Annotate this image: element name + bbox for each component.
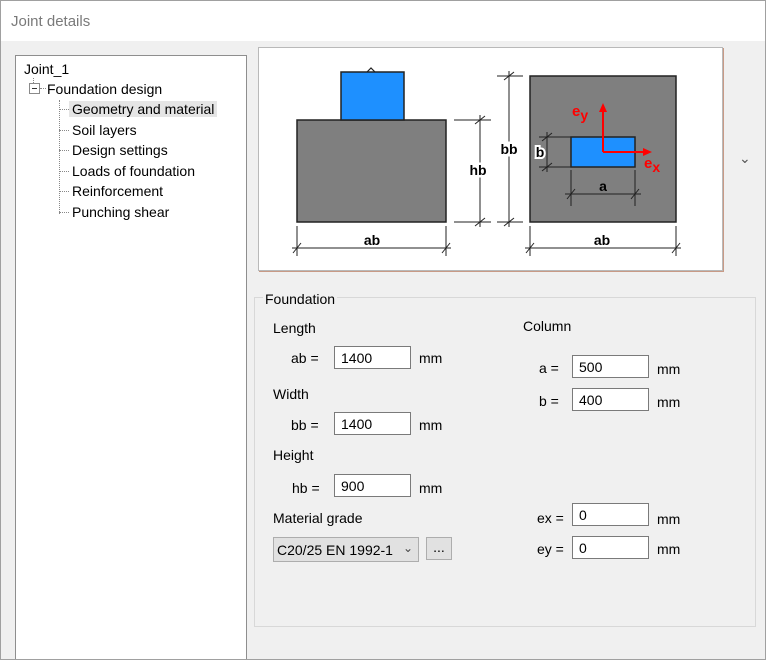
b-unit: mm <box>657 394 681 410</box>
tree-item-geometry-and-material[interactable]: Geometry and material <box>69 101 218 117</box>
hb-unit: mm <box>419 480 443 496</box>
b-label: b = <box>539 393 559 409</box>
tree-item-soil-layers[interactable]: Soil layers <box>72 122 137 138</box>
title-bar: Joint details <box>1 1 765 41</box>
material-grade-dropdown[interactable]: C20/25 EN 1992-1 ⌄ <box>273 537 419 562</box>
bb-label: bb = <box>291 417 319 433</box>
b-input[interactable]: 400 <box>572 388 649 411</box>
ex-input[interactable]: 0 <box>572 503 649 526</box>
window-title: Joint details <box>11 13 91 30</box>
tree-line <box>59 171 69 172</box>
dim-label-b: b <box>536 144 545 160</box>
chevron-down-icon[interactable]: ⌄ <box>739 150 751 167</box>
hb-input[interactable]: 900 <box>334 474 411 497</box>
tree-line <box>59 130 69 131</box>
tree-line <box>59 191 69 192</box>
chevron-down-icon: ⌄ <box>402 541 413 555</box>
tree-line <box>59 150 69 151</box>
tree-item-design-settings[interactable]: Design settings <box>72 142 168 158</box>
tree-line <box>59 100 60 214</box>
collapse-toggle-icon[interactable] <box>29 83 40 94</box>
column-heading: Column <box>523 318 572 334</box>
dim-label-bb: bb <box>500 141 517 157</box>
material-grade-heading: Material grade <box>273 510 363 526</box>
dim-label-hb: hb <box>469 162 486 178</box>
dim-label-ab-side: ab <box>364 232 380 248</box>
browse-material-button[interactable]: ... <box>426 537 452 560</box>
navigation-tree[interactable]: Joint_1 Foundation design Geometry and m… <box>15 55 247 659</box>
tree-item-reinforcement[interactable]: Reinforcement <box>72 183 163 199</box>
tree-item-loads-of-foundation[interactable]: Loads of foundation <box>72 163 195 179</box>
ab-unit: mm <box>419 350 443 366</box>
column-side <box>340 71 405 121</box>
foundation-diagram: ab hb bb b a ey ex ab <box>292 67 681 256</box>
ey-label: ey = <box>537 541 564 557</box>
foundation-diagram-panel: ab hb bb b a ey ex ab <box>258 47 723 271</box>
ey-unit: mm <box>657 541 681 557</box>
tree-item-foundation-design[interactable]: Foundation design <box>47 81 162 97</box>
tree-item-punching-shear[interactable]: Punching shear <box>72 204 169 220</box>
height-heading: Height <box>273 447 314 463</box>
ex-label: ex = <box>537 510 564 526</box>
tree-root-joint[interactable]: Joint_1 <box>24 61 69 77</box>
material-grade-value: C20/25 EN 1992-1 <box>277 542 393 558</box>
bb-unit: mm <box>419 417 443 433</box>
foundation-block-side <box>296 119 447 223</box>
tree-line <box>40 88 46 89</box>
foundation-group-title: Foundation <box>263 291 338 307</box>
dim-label-ab-plan: ab <box>594 232 610 248</box>
bb-input[interactable]: 1400 <box>334 412 411 435</box>
ey-input[interactable]: 0 <box>572 536 649 559</box>
a-input[interactable]: 500 <box>572 355 649 378</box>
length-heading: Length <box>273 320 316 336</box>
tree-line <box>59 212 69 213</box>
a-unit: mm <box>657 361 681 377</box>
hb-label: hb = <box>292 480 320 496</box>
dim-label-a: a <box>599 178 607 194</box>
a-label: a = <box>539 360 559 376</box>
tree-line <box>59 109 69 110</box>
ex-unit: mm <box>657 511 681 527</box>
width-heading: Width <box>273 386 309 402</box>
foundation-group-box <box>254 297 756 627</box>
ab-label: ab = <box>291 350 319 366</box>
ab-input[interactable]: 1400 <box>334 346 411 369</box>
